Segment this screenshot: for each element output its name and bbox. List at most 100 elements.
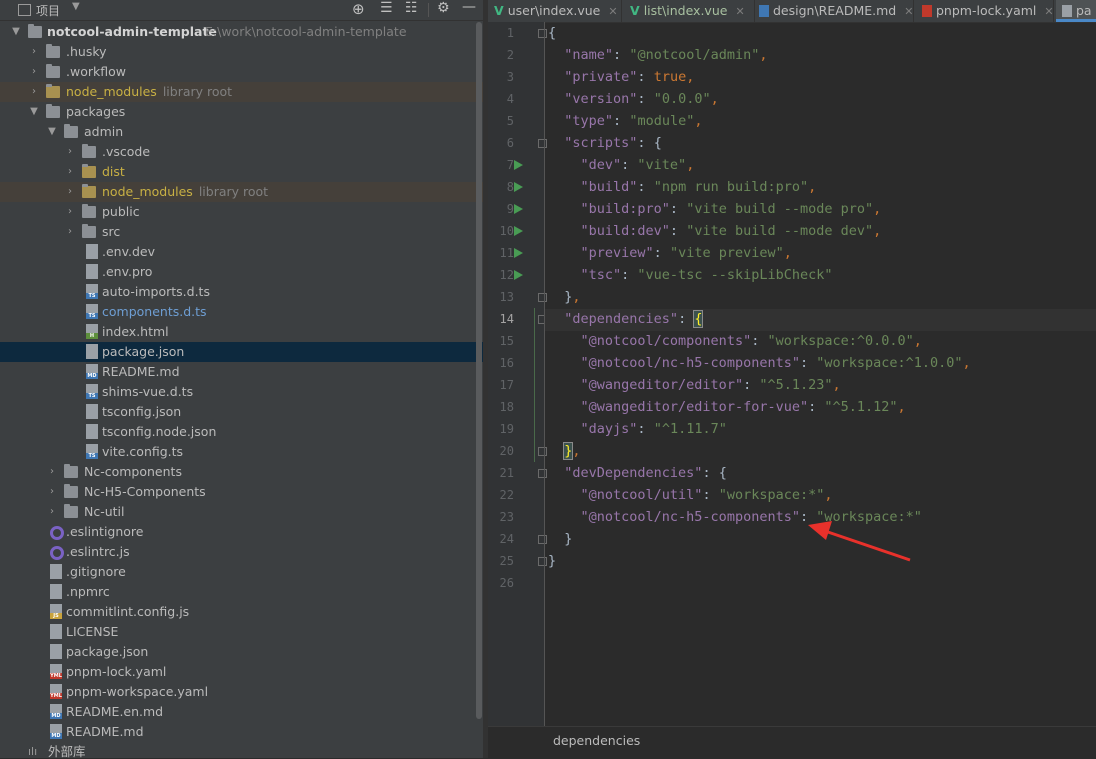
chevron-down-icon[interactable]: ▼	[72, 1, 80, 12]
code-line[interactable]: "private": true,	[548, 66, 694, 88]
tree-item[interactable]: ılı 外部库	[0, 742, 483, 758]
run-script-icon[interactable]	[514, 248, 523, 258]
tree-item[interactable]: TS components.d.ts	[0, 302, 483, 322]
tree-item[interactable]: .eslintignore	[0, 522, 483, 542]
chevron-right-icon[interactable]: ›	[28, 82, 40, 102]
chevron-right-icon[interactable]: ›	[64, 222, 76, 242]
fold-marker-icon[interactable]	[538, 293, 547, 302]
chevron-right-icon[interactable]: ›	[64, 162, 76, 182]
code-line[interactable]: "build:dev": "vite build --mode dev",	[548, 220, 882, 242]
code-line[interactable]: "scripts": {	[548, 132, 662, 154]
run-script-icon[interactable]	[514, 160, 523, 170]
tab-user-index-vue[interactable]: Vuser\index.vue ✕	[494, 0, 618, 22]
code-line[interactable]: "type": "module",	[548, 110, 702, 132]
code-line[interactable]: },	[548, 286, 580, 308]
tree-item[interactable]: › Nc-H5-Components	[0, 482, 483, 502]
fold-marker-icon[interactable]	[538, 469, 547, 478]
gear-icon[interactable]: ⚙	[437, 0, 450, 16]
close-icon[interactable]: ✕	[735, 5, 744, 18]
code-line[interactable]: "dayjs": "^1.11.7"	[548, 418, 727, 440]
run-script-icon[interactable]	[514, 270, 523, 280]
code-line[interactable]: "@notcool/nc-h5-components": "workspace:…	[548, 506, 922, 528]
tree-item[interactable]: ▼ admin	[0, 122, 483, 142]
code-line[interactable]: "name": "@notcool/admin",	[548, 44, 767, 66]
chevron-right-icon[interactable]: ›	[46, 462, 58, 482]
code-line[interactable]: "@notcool/components": "workspace:^0.0.0…	[548, 330, 922, 352]
tab-pnpm-lock[interactable]: pnpm-lock.yaml ✕	[922, 0, 1054, 22]
tree-item[interactable]: tsconfig.node.json	[0, 422, 483, 442]
tree-item[interactable]: MD README.en.md	[0, 702, 483, 722]
fold-marker-icon[interactable]	[538, 29, 547, 38]
run-script-icon[interactable]	[514, 204, 523, 214]
close-icon[interactable]: ✕	[608, 5, 617, 18]
fold-marker-icon[interactable]	[538, 447, 547, 456]
tree-item[interactable]: › node_modules library root	[0, 82, 483, 102]
tree-item[interactable]: .npmrc	[0, 582, 483, 602]
fold-marker-icon[interactable]	[538, 139, 547, 148]
chevron-right-icon[interactable]: ›	[28, 62, 40, 82]
code-line[interactable]: "tsc": "vue-tsc --skipLibCheck"	[548, 264, 833, 286]
tree-item[interactable]: › src	[0, 222, 483, 242]
code-area[interactable]: { "name": "@notcool/admin", "private": t…	[534, 22, 1096, 726]
tree-item[interactable]: JS commitlint.config.js	[0, 602, 483, 622]
project-view-icon[interactable]	[18, 4, 31, 16]
tree-item[interactable]: MD README.md	[0, 362, 483, 382]
fold-marker-icon[interactable]	[538, 557, 547, 566]
tree-item[interactable]: .gitignore	[0, 562, 483, 582]
tree-item[interactable]: package.json	[0, 342, 483, 362]
chevron-right-icon[interactable]: ›	[64, 202, 76, 222]
tree-item[interactable]: .env.dev	[0, 242, 483, 262]
tree-item[interactable]: tsconfig.json	[0, 402, 483, 422]
breadcrumb-item[interactable]: dependencies	[553, 733, 640, 748]
chevron-down-icon[interactable]: ▼	[10, 22, 22, 42]
tree-item[interactable]: MD README.md	[0, 722, 483, 742]
tree-item[interactable]: H index.html	[0, 322, 483, 342]
tree-item[interactable]: TS shims-vue.d.ts	[0, 382, 483, 402]
minimize-icon[interactable]: —	[462, 0, 476, 15]
tree-item[interactable]: LICENSE	[0, 622, 483, 642]
tree-item[interactable]: YML pnpm-workspace.yaml	[0, 682, 483, 702]
tree-item[interactable]: TS vite.config.ts	[0, 442, 483, 462]
tree-item[interactable]: › .husky	[0, 42, 483, 62]
chevron-right-icon[interactable]: ›	[46, 502, 58, 522]
code-line[interactable]: "@wangeditor/editor-for-vue": "^5.1.12",	[548, 396, 906, 418]
code-line[interactable]: "version": "0.0.0",	[548, 88, 718, 110]
code-line[interactable]: "dev": "vite",	[548, 154, 695, 176]
code-line[interactable]: "build": "npm run build:pro",	[548, 176, 817, 198]
chevron-down-icon[interactable]: ▼	[46, 122, 58, 142]
chevron-right-icon[interactable]: ›	[64, 182, 76, 202]
code-line[interactable]: }	[548, 528, 572, 550]
tree-item[interactable]: .eslintrc.js	[0, 542, 483, 562]
tree-item[interactable]: ▼ packages	[0, 102, 483, 122]
project-panel-title[interactable]: 项目	[36, 2, 60, 19]
code-line[interactable]: }	[548, 550, 556, 572]
tree-item[interactable]: › public	[0, 202, 483, 222]
tree-item[interactable]: › Nc-components	[0, 462, 483, 482]
tree-item[interactable]: .env.pro	[0, 262, 483, 282]
tree-item[interactable]: › .vscode	[0, 142, 483, 162]
tree-root[interactable]: ▼ notcool-admin-template E:\work\notcool…	[0, 22, 483, 42]
tree-item[interactable]: › Nc-util	[0, 502, 483, 522]
code-line[interactable]: },	[548, 440, 581, 462]
fold-marker-icon[interactable]	[538, 535, 547, 544]
tab-list-index-vue[interactable]: Vlist\index.vue ✕	[630, 0, 745, 22]
code-line[interactable]: "@notcool/util": "workspace:*",	[548, 484, 833, 506]
tree-item[interactable]: › dist	[0, 162, 483, 182]
chevron-down-icon[interactable]: ▼	[28, 102, 40, 122]
tree-item[interactable]: TS auto-imports.d.ts	[0, 282, 483, 302]
chevron-right-icon[interactable]: ›	[64, 142, 76, 162]
collapse-all-icon[interactable]: ☰	[380, 0, 393, 16]
run-script-icon[interactable]	[514, 226, 523, 236]
code-line[interactable]: {	[548, 22, 556, 44]
code-line[interactable]: "@wangeditor/editor": "^5.1.23",	[548, 374, 841, 396]
tree-item[interactable]: › node_modules library root	[0, 182, 483, 202]
tree-item[interactable]: › .workflow	[0, 62, 483, 82]
code-line[interactable]: "preview": "vite preview",	[548, 242, 792, 264]
tree-scrollbar[interactable]	[476, 22, 482, 719]
code-line[interactable]: "@notcool/nc-h5-components": "workspace:…	[548, 352, 971, 374]
tab-package-json[interactable]: pa	[1056, 0, 1096, 22]
tree-item[interactable]: YML pnpm-lock.yaml	[0, 662, 483, 682]
code-line[interactable]: "dependencies": {	[548, 308, 704, 330]
chevron-right-icon[interactable]: ›	[46, 482, 58, 502]
code-line[interactable]: "build:pro": "vite build --mode pro",	[548, 198, 882, 220]
